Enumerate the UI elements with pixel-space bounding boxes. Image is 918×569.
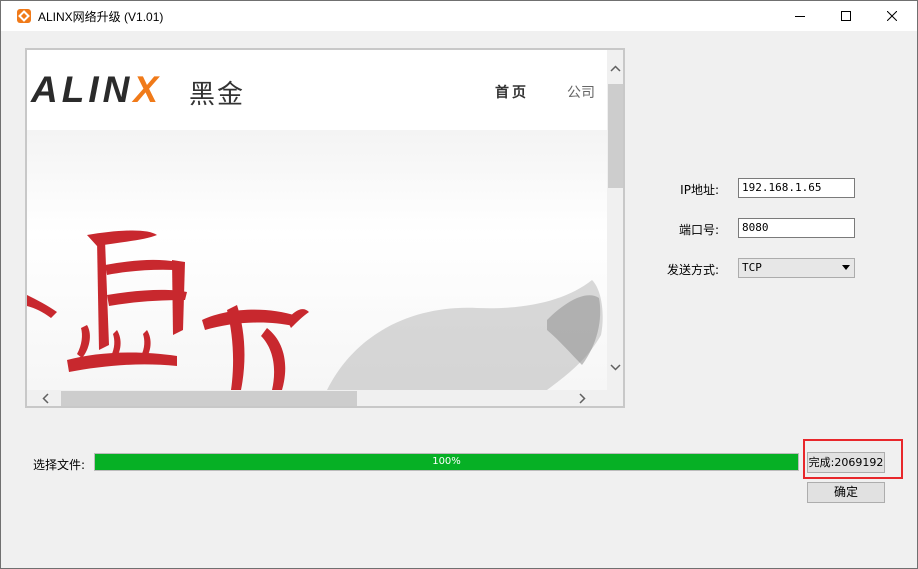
- ip-address-input[interactable]: 192.168.1.65: [738, 178, 855, 198]
- ip-address-label: IP地址:: [680, 183, 719, 197]
- nav-company-link[interactable]: 公司: [567, 82, 595, 102]
- send-mode-value: TCP: [742, 261, 762, 274]
- app-logo-icon: [17, 9, 31, 23]
- app-window: ALINX网络升级 (V1.01) ALINX 黑金 首页 公司 IP地址: 1…: [0, 0, 918, 569]
- horizontal-scroll-thumb[interactable]: [61, 391, 357, 406]
- calligraphy-horse-image: [27, 230, 603, 390]
- minimize-icon: [795, 16, 805, 17]
- client-area: ALINX 黑金 首页 公司 IP地址: 192.168.1.65 端口号: 8…: [9, 31, 911, 563]
- logo-text: ALIN: [31, 69, 134, 110]
- send-mode-select[interactable]: TCP: [738, 258, 855, 278]
- maximize-icon: [841, 11, 851, 21]
- vertical-scroll-thumb[interactable]: [608, 84, 623, 188]
- select-file-label: 选择文件:: [33, 458, 86, 472]
- upgrade-progress-bar: 100%: [94, 453, 799, 471]
- close-button[interactable]: [869, 1, 915, 31]
- minimize-button[interactable]: [777, 1, 823, 31]
- nav-home-link[interactable]: 首页: [495, 82, 529, 102]
- send-mode-label: 发送方式:: [666, 263, 719, 277]
- title-bar[interactable]: ALINX网络升级 (V1.01): [1, 1, 917, 31]
- logo-x: X: [133, 69, 163, 110]
- ok-button[interactable]: 确定: [807, 482, 885, 503]
- web-page-banner: [27, 130, 607, 390]
- alinx-logo[interactable]: ALINX: [31, 70, 162, 110]
- dropdown-caret-icon: [842, 265, 850, 270]
- scroll-up-icon[interactable]: [609, 64, 622, 74]
- scroll-down-icon[interactable]: [609, 362, 622, 372]
- web-page-header: ALINX 黑金 首页 公司: [27, 50, 607, 130]
- maximize-button[interactable]: [823, 1, 869, 31]
- horizontal-scrollbar[interactable]: [27, 390, 607, 406]
- progress-text: 100%: [432, 456, 461, 467]
- scroll-left-icon[interactable]: [41, 392, 51, 405]
- port-label: 端口号:: [678, 223, 719, 237]
- scroll-right-icon[interactable]: [577, 392, 587, 405]
- port-input[interactable]: 8080: [738, 218, 855, 238]
- window-title: ALINX网络升级 (V1.01): [38, 10, 164, 24]
- logo-chinese: 黑金: [189, 80, 246, 110]
- upgrade-status-button[interactable]: 完成:2069192: [807, 452, 885, 473]
- scrollbar-corner: [607, 390, 623, 406]
- vertical-scrollbar[interactable]: [607, 50, 623, 390]
- web-browser-pane[interactable]: ALINX 黑金 首页 公司: [25, 48, 625, 408]
- close-icon: [887, 11, 897, 21]
